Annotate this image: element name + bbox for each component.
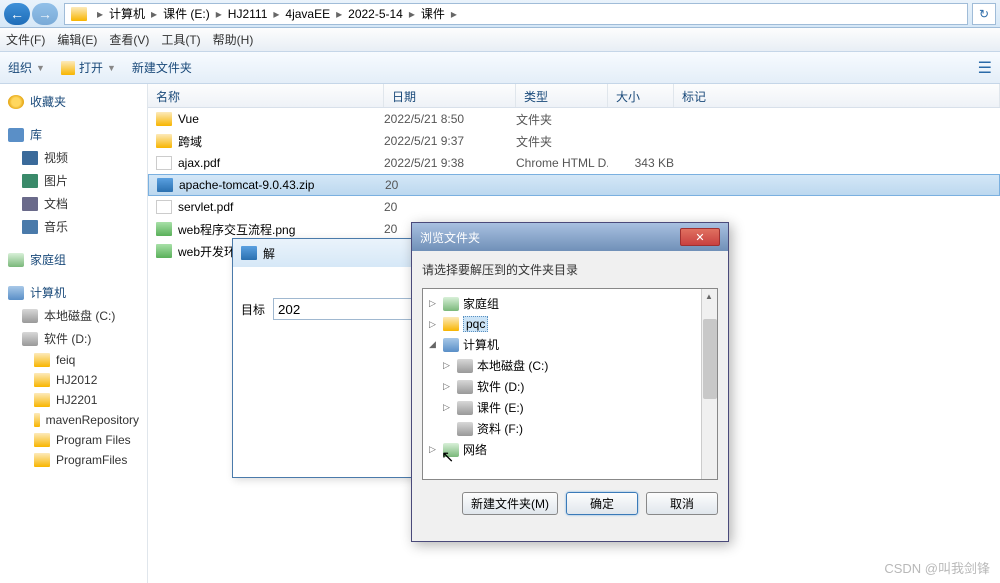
titlebar: ← → ▸计算机 ▸课件 (E:) ▸HJ2111 ▸4javaEE ▸2022… [0, 0, 1000, 28]
file-row[interactable]: servlet.pdf 20 [148, 196, 1000, 218]
sidebar-videos[interactable]: 视频 [2, 146, 145, 169]
open-icon [61, 61, 75, 75]
file-row[interactable]: apache-tomcat-9.0.43.zip 20 [148, 174, 1000, 196]
home-icon [443, 297, 459, 311]
sidebar-pictures[interactable]: 图片 [2, 169, 145, 192]
menu-tools[interactable]: 工具(T) [161, 31, 200, 48]
cancel-button[interactable]: 取消 [646, 492, 718, 515]
tree-item[interactable]: ▷软件 (D:) [425, 376, 715, 397]
music-icon [22, 220, 38, 234]
folder-icon [34, 433, 50, 447]
browse-folder-dialog: 浏览文件夹 ✕ 请选择要解压到的文件夹目录 ▷家庭组▷pqc◢计算机▷本地磁盘 … [411, 222, 729, 542]
nav-back-button[interactable]: ← [4, 3, 30, 25]
computer-icon [8, 286, 24, 300]
library-icon [8, 128, 24, 142]
homegroup-icon [8, 253, 24, 267]
disk-icon [457, 422, 473, 436]
ok-button[interactable]: 确定 [566, 492, 638, 515]
sidebar-homegroup[interactable]: 家庭组 [2, 248, 145, 271]
sidebar-libraries[interactable]: 库 [2, 123, 145, 146]
col-type[interactable]: 类型 [516, 84, 608, 107]
sidebar[interactable]: 收藏夹 库 视频 图片 文档 音乐 家庭组 计算机 本地磁盘 (C:) 软件 (… [0, 84, 148, 583]
file-row[interactable]: Vue 2022/5/21 8:50 文件夹 [148, 108, 1000, 130]
sidebar-disk-d[interactable]: 软件 (D:) [2, 327, 145, 350]
toolbar: 组织 ▼ 打开 ▼ 新建文件夹 ☰ [0, 52, 1000, 84]
scrollbar[interactable]: ▲ [701, 289, 717, 479]
folder-icon [34, 413, 40, 427]
sidebar-music[interactable]: 音乐 [2, 215, 145, 238]
picture-icon [22, 174, 38, 188]
zip-icon [157, 178, 173, 192]
disk-icon [457, 401, 473, 415]
video-icon [22, 151, 38, 165]
sidebar-documents[interactable]: 文档 [2, 192, 145, 215]
tree-item[interactable]: ◢计算机 [425, 334, 715, 355]
pdf-icon [156, 200, 172, 214]
sidebar-folder[interactable]: feiq [2, 350, 145, 370]
breadcrumb[interactable]: ▸计算机 ▸课件 (E:) ▸HJ2111 ▸4javaEE ▸2022-5-1… [64, 3, 968, 25]
sidebar-computer[interactable]: 计算机 [2, 281, 145, 304]
disk-icon [457, 380, 473, 394]
column-headers[interactable]: 名称 日期 类型 大小 标记 [148, 84, 1000, 108]
pdf-icon [156, 156, 172, 170]
sidebar-disk-c[interactable]: 本地磁盘 (C:) [2, 304, 145, 327]
folder-icon [71, 7, 87, 21]
png-icon [156, 244, 172, 258]
folder-icon [34, 393, 50, 407]
sidebar-favorites[interactable]: 收藏夹 [2, 90, 145, 113]
tree-item[interactable]: ▷本地磁盘 (C:) [425, 355, 715, 376]
sidebar-folder[interactable]: HJ2012 [2, 370, 145, 390]
col-name[interactable]: 名称 [148, 84, 384, 107]
browse-prompt: 请选择要解压到的文件夹目录 [422, 261, 718, 278]
disk-icon [457, 359, 473, 373]
tree-item[interactable]: ▷课件 (E:) [425, 397, 715, 418]
new-folder-button[interactable]: 新建文件夹(M) [462, 492, 558, 515]
col-tag[interactable]: 标记 [674, 84, 1000, 107]
zip-icon [241, 246, 257, 260]
disk-icon [22, 309, 38, 323]
computer-icon [443, 338, 459, 352]
extract-dialog-title: 解 [263, 245, 275, 262]
nav-forward-button[interactable]: → [32, 3, 58, 25]
col-date[interactable]: 日期 [384, 84, 516, 107]
browse-dialog-title: 浏览文件夹 [420, 229, 480, 246]
organize-button[interactable]: 组织 ▼ [8, 59, 47, 76]
close-button[interactable]: ✕ [680, 228, 720, 246]
col-size[interactable]: 大小 [608, 84, 674, 107]
tree-item[interactable]: 资料 (F:) [425, 418, 715, 439]
disk-icon [22, 332, 38, 346]
refresh-button[interactable]: ↻ [972, 3, 996, 25]
open-button[interactable]: 打开 ▼ [61, 59, 118, 76]
png-icon [156, 222, 172, 236]
document-icon [22, 197, 38, 211]
menubar: 文件(F) 编辑(E) 查看(V) 工具(T) 帮助(H) [0, 28, 1000, 52]
sidebar-folder[interactable]: HJ2201 [2, 390, 145, 410]
folder-icon [156, 112, 172, 126]
menu-file[interactable]: 文件(F) [6, 31, 45, 48]
net-icon [443, 443, 459, 457]
file-row[interactable]: ajax.pdf 2022/5/21 9:38 Chrome HTML D...… [148, 152, 1000, 174]
sidebar-folder[interactable]: ProgramFiles [2, 450, 145, 470]
user-icon [443, 317, 459, 331]
tree-item[interactable]: ▷网络 [425, 439, 715, 460]
folder-tree[interactable]: ▷家庭组▷pqc◢计算机▷本地磁盘 (C:)▷软件 (D:)▷课件 (E:)资料… [422, 288, 718, 480]
sidebar-folder[interactable]: Program Files [2, 430, 145, 450]
folder-icon [34, 353, 50, 367]
sidebar-folder[interactable]: mavenRepository [2, 410, 145, 430]
target-label: 目标 [241, 301, 265, 318]
menu-edit[interactable]: 编辑(E) [57, 31, 97, 48]
folder-icon [34, 453, 50, 467]
new-folder-button[interactable]: 新建文件夹 [132, 59, 192, 76]
tree-item[interactable]: ▷家庭组 [425, 293, 715, 314]
view-options-button[interactable]: ☰ [978, 58, 992, 78]
file-row[interactable]: 跨域 2022/5/21 9:37 文件夹 [148, 130, 1000, 152]
folder-icon [34, 373, 50, 387]
folder-icon [156, 134, 172, 148]
menu-view[interactable]: 查看(V) [109, 31, 149, 48]
watermark: CSDN @叫我剑锋 [884, 558, 990, 577]
tree-item[interactable]: ▷pqc [425, 314, 715, 334]
menu-help[interactable]: 帮助(H) [213, 31, 254, 48]
star-icon [8, 95, 24, 109]
